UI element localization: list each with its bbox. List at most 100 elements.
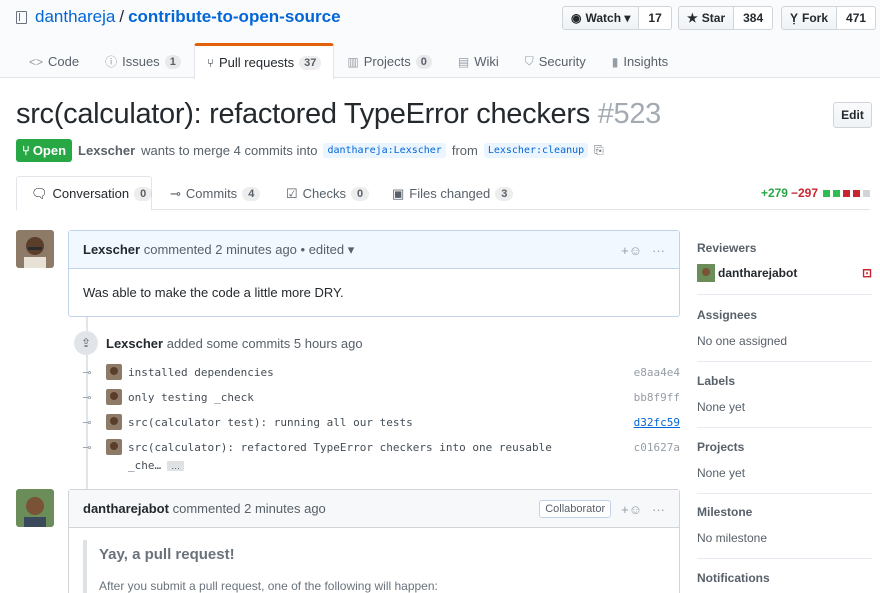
commit-node-icon: ⊸ [82, 416, 92, 429]
watch-label: Watch ▾ [585, 11, 631, 25]
star-button[interactable]: ★ Star [678, 6, 735, 30]
tab-code[interactable]: <> Code [16, 43, 92, 79]
head-branch[interactable]: Lexscher:cleanup [483, 143, 589, 158]
comment-meta[interactable]: commented 2 minutes ago [173, 501, 326, 516]
collaborator-badge: Collaborator [539, 500, 612, 518]
pr-number: #523 [597, 98, 662, 130]
repo-owner-link[interactable]: danthareja [35, 7, 115, 27]
add-reaction-icon[interactable]: +☺ [621, 243, 642, 258]
tab-insights[interactable]: ▮ Insights [599, 43, 681, 79]
commit-sha[interactable]: c01627a [634, 441, 680, 454]
pr-title-text: src(calculator): refactored TypeError ch… [16, 98, 590, 130]
fork-action: Ỵ Fork 471 [781, 6, 877, 30]
labels-heading[interactable]: Labels [697, 374, 872, 388]
comment-tools: +☺ ··· [621, 231, 665, 269]
tab-commits[interactable]: ⊸ Commits 4 [156, 176, 274, 211]
from-text: from [451, 143, 478, 158]
milestone-heading[interactable]: Milestone [697, 505, 872, 519]
checks-counter: 0 [351, 186, 370, 201]
tab-conversation[interactable]: 🗨 Conversation 0 [16, 176, 153, 211]
tab-wiki[interactable]: ▤ Wiki [445, 43, 512, 79]
expand-commit-button[interactable]: … [167, 460, 185, 471]
add-reaction-icon[interactable]: +☺ [621, 502, 642, 517]
commit-message[interactable]: src(calculator test): running all our te… [128, 416, 413, 429]
repo-separator: / [119, 7, 125, 26]
tab-issues[interactable]: ⓘ Issues 1 [92, 43, 194, 79]
comment-author[interactable]: dantharejabot [83, 501, 169, 516]
comment-meta[interactable]: commented 2 minutes ago • edited ▾ [144, 242, 355, 258]
commit-row: ⊸ installed dependencies e8aa4e4 [80, 361, 680, 383]
pull-request-icon: ⑂ [22, 143, 30, 158]
commit-row: ⊸ only testing _check bb8f9ff [80, 386, 680, 408]
commit-avatar[interactable] [106, 364, 122, 380]
diffstat-block [863, 189, 870, 197]
comment-blockquote: Yay, a pull request! After you submit a … [83, 540, 679, 593]
fork-count[interactable]: 471 [837, 6, 877, 30]
fork-button[interactable]: Ỵ Fork [781, 6, 838, 30]
issues-counter: 1 [164, 54, 181, 69]
state-badge: ⑂ Open [16, 139, 73, 162]
watch-button[interactable]: ◉ Watch ▾ [562, 6, 640, 30]
comment-header: dantharejabot commented 2 minutes ago Co… [69, 490, 679, 528]
repo-name-link[interactable]: contribute-to-open-source [128, 7, 341, 27]
additions-count: +279 [760, 186, 788, 200]
checklist-icon: ☑ [286, 185, 298, 201]
comment-author[interactable]: Lexscher [83, 242, 140, 257]
avatar-dantharejabot[interactable] [16, 489, 54, 527]
commit-message[interactable]: installed dependencies [128, 366, 274, 379]
tab-security-label: Security [538, 54, 586, 69]
shield-icon: ⛉ [524, 54, 534, 68]
kebab-menu-icon[interactable]: ··· [652, 243, 665, 258]
wiki-icon: ▤ [457, 54, 470, 69]
commit-avatar[interactable] [106, 439, 122, 455]
watch-count[interactable]: 17 [639, 6, 672, 30]
comment-body: Was able to make the code a little more … [83, 285, 344, 300]
pr-tabs: 🗨 Conversation 0 ⊸ Commits 4 ☑ Checks 0 … [16, 176, 870, 211]
tab-projects[interactable]: ▥ Projects 0 [334, 43, 444, 79]
commit-avatar[interactable] [106, 414, 122, 430]
commit-message-continuation: _che… … [128, 459, 185, 472]
graph-icon: ▮ [611, 54, 619, 69]
avatar-lexscher[interactable] [16, 230, 54, 268]
tab-pull-requests[interactable]: ⑂ Pull requests 37 [193, 43, 335, 79]
tab-commits-label: Commits [185, 186, 238, 201]
tab-security[interactable]: ⛉ Security [512, 43, 599, 79]
kebab-menu-icon[interactable]: ··· [652, 502, 665, 517]
pr-author-link[interactable]: Lexscher [78, 143, 135, 158]
commit-sha[interactable]: d32fc59 [634, 416, 680, 429]
commits-counter: 4 [242, 186, 261, 201]
tab-files-changed[interactable]: ▣ Files changed 3 [378, 176, 527, 211]
sidebar-assignees: Assignees No one assigned [697, 308, 872, 362]
reviewers-heading[interactable]: Reviewers [697, 241, 872, 255]
reviewer-name[interactable]: dantharejabot [718, 266, 797, 280]
tab-issues-label: Issues [122, 54, 160, 69]
commit-sha[interactable]: bb8f9ff [634, 391, 680, 404]
comment-box: Lexscher commented 2 minutes ago • edite… [68, 230, 680, 317]
star-icon: ★ [687, 11, 698, 25]
fork-label: Fork [802, 11, 829, 25]
milestone-value: No milestone [697, 531, 768, 545]
labels-value: None yet [697, 400, 746, 414]
commit-avatar[interactable] [106, 389, 122, 405]
project-icon: ▥ [347, 54, 359, 69]
projects-heading[interactable]: Projects [697, 440, 872, 454]
star-label: Star [701, 11, 726, 25]
sidebar-labels: Labels None yet [697, 374, 872, 428]
base-branch[interactable]: danthareja:Lexscher [323, 143, 446, 158]
issue-icon: ⓘ [105, 55, 118, 69]
assignees-heading[interactable]: Assignees [697, 308, 872, 322]
commit-node-icon: ⊸ [82, 391, 92, 404]
comment-header: Lexscher commented 2 minutes ago • edite… [69, 231, 679, 269]
commit-message[interactable]: src(calculator): refactored TypeError ch… [128, 441, 552, 454]
commit-message[interactable]: only testing _check [128, 391, 254, 404]
commit-sha[interactable]: e8aa4e4 [634, 366, 680, 379]
edit-button[interactable]: Edit [833, 102, 872, 128]
commits-event-author[interactable]: Lexscher [106, 336, 163, 351]
commit-message-truncated[interactable]: _che… [128, 459, 161, 472]
clipboard-icon[interactable]: ⎘ [594, 143, 604, 158]
tab-projects-label: Projects [363, 54, 411, 69]
projects-counter: 0 [415, 54, 432, 69]
tab-checks[interactable]: ☑ Checks 0 [272, 176, 383, 211]
reviewer-avatar[interactable] [697, 264, 715, 282]
star-count[interactable]: 384 [734, 6, 774, 30]
